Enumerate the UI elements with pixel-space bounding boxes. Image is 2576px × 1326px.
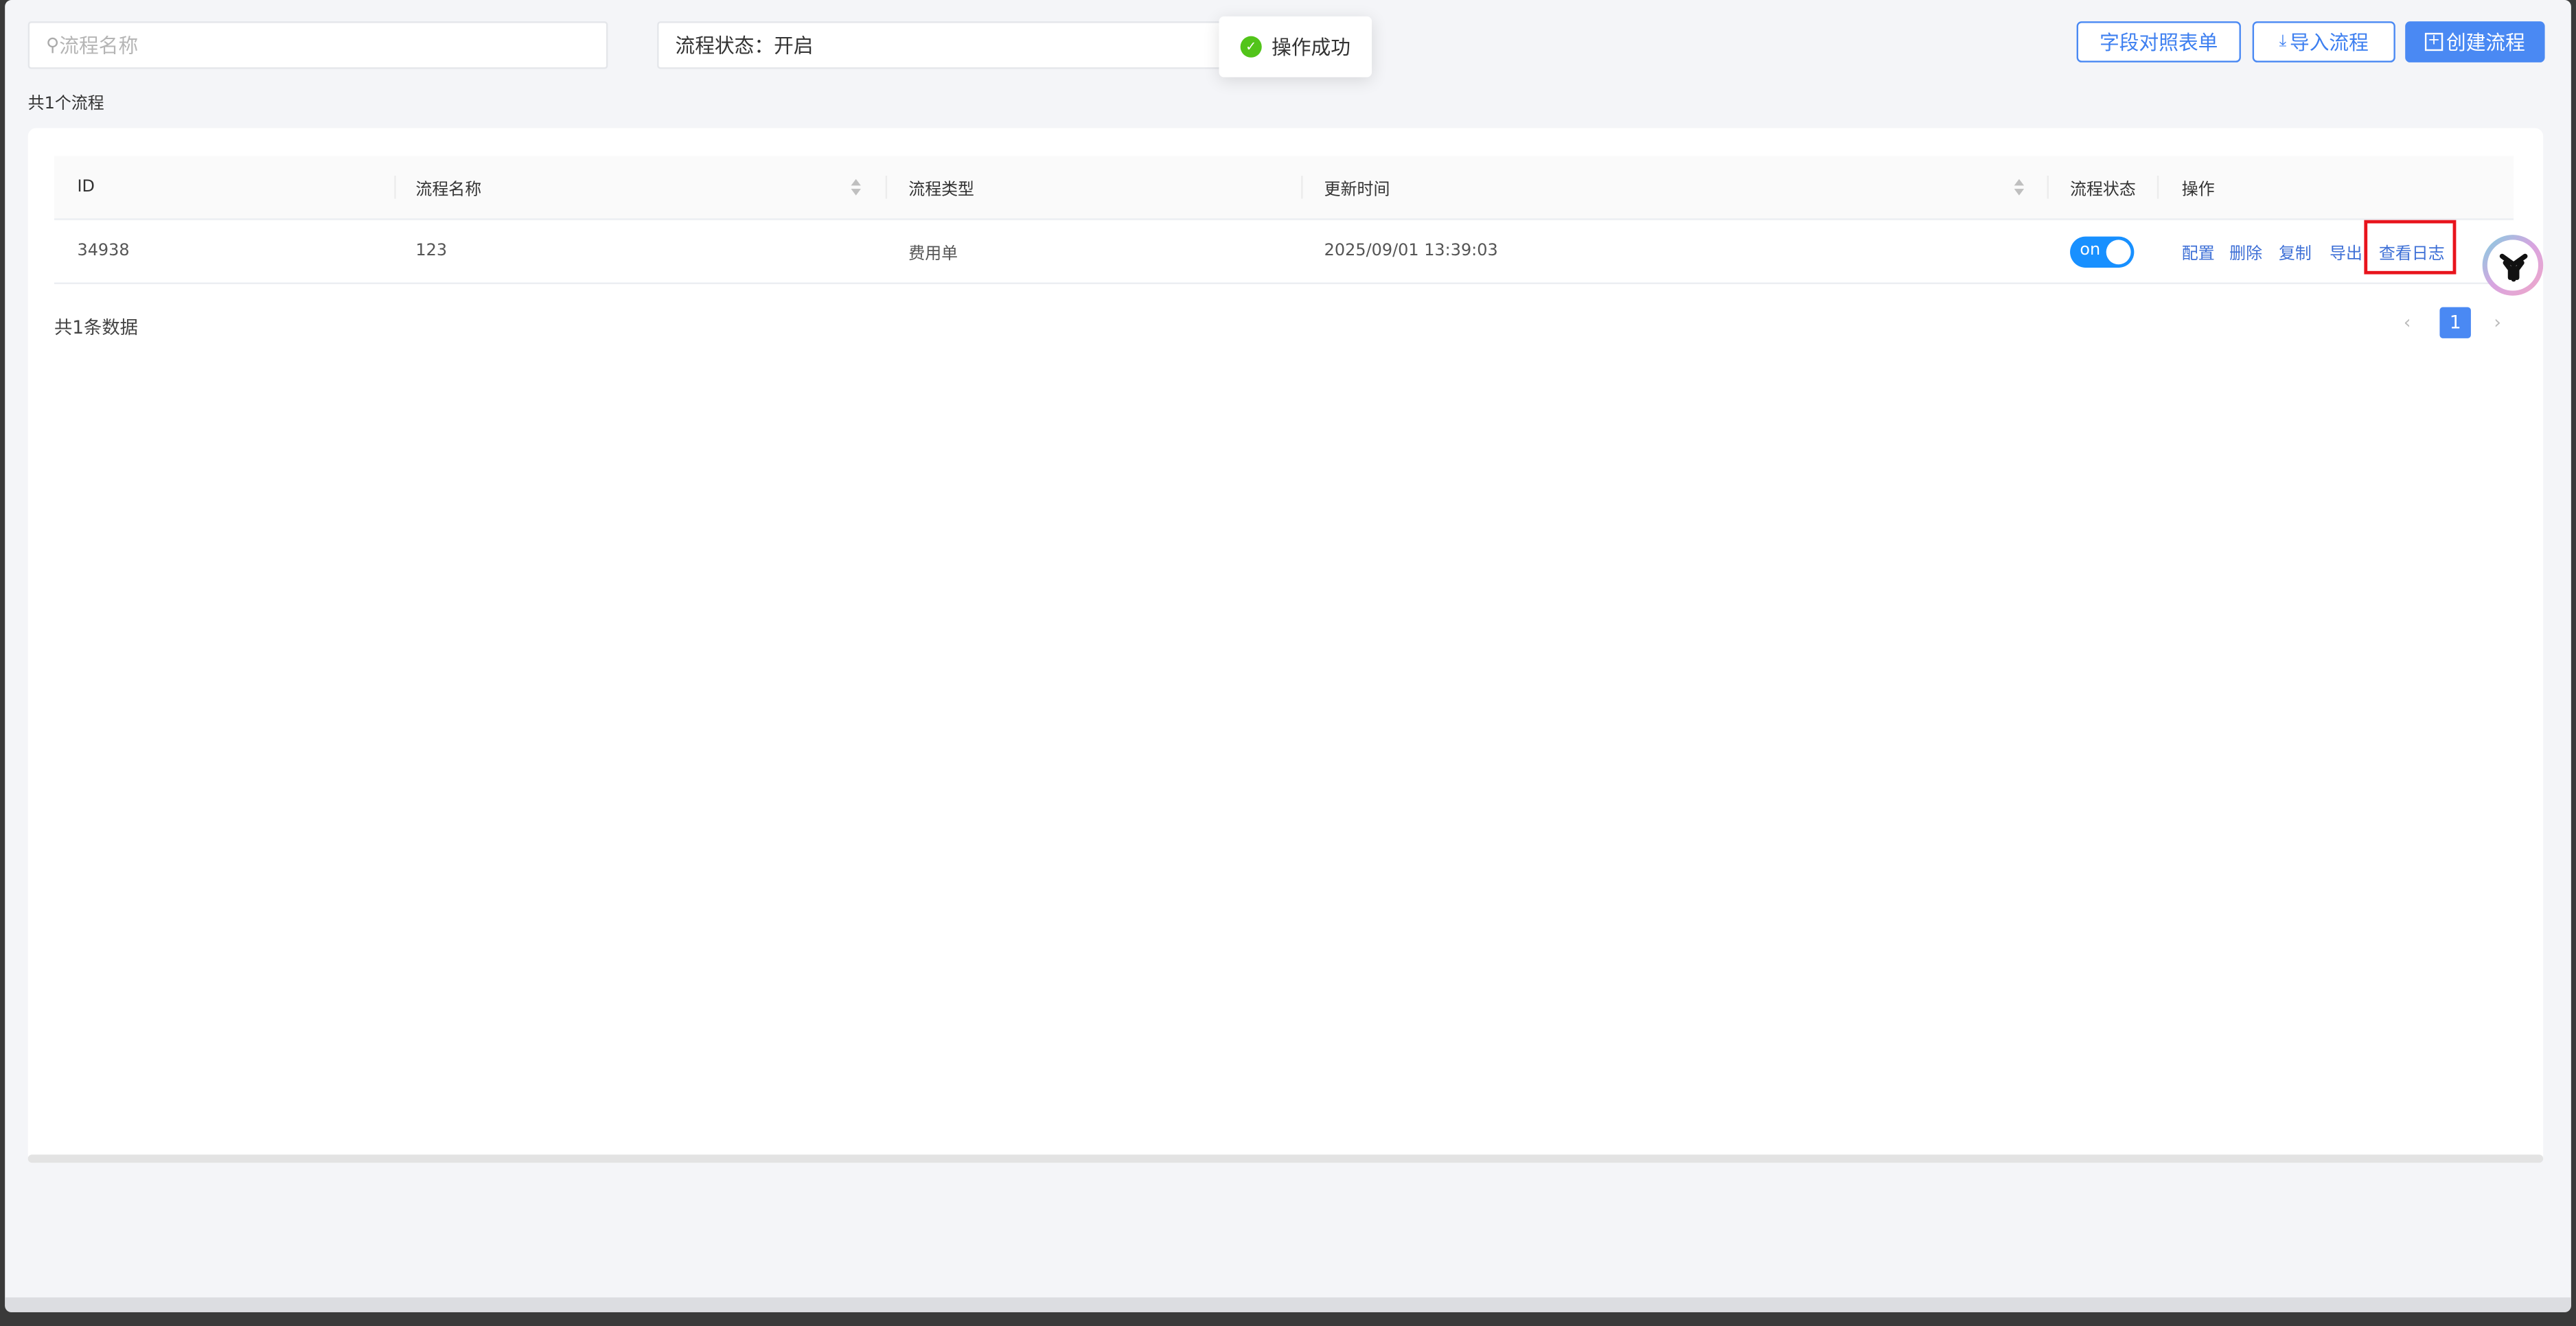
cell-name: 123 — [415, 242, 448, 261]
status-filter-select[interactable]: 流程状态： 开启 — [657, 21, 1226, 69]
sort-icon[interactable] — [849, 177, 862, 197]
window-bottom-bar — [5, 1297, 2571, 1312]
import-flow-button[interactable]: ⤓ 导入流程 — [2252, 21, 2395, 62]
copy-link[interactable]: 复制 — [2279, 239, 2312, 264]
prev-page-button[interactable]: ‹ — [2404, 312, 2411, 334]
configure-link[interactable]: 配置 — [2182, 239, 2215, 264]
status-filter-value: 开启 — [774, 34, 814, 58]
column-actions: 操作 — [2181, 181, 2215, 200]
plus-square-icon: + — [2424, 32, 2443, 51]
toast-message: 操作成功 — [1272, 36, 1351, 60]
column-type: 流程类型 — [908, 181, 974, 200]
search-icon: ⚲ — [46, 34, 60, 56]
search-input[interactable]: ⚲ 流程名称 — [27, 21, 608, 69]
column-updated[interactable]: 更新时间 — [1324, 175, 1390, 199]
horizontal-scrollbar[interactable] — [27, 1154, 2544, 1163]
sort-icon[interactable] — [2012, 177, 2025, 197]
next-page-button[interactable]: › — [2494, 312, 2501, 334]
total-records: 共1条数据 — [54, 316, 139, 338]
table-row: 34938 123 费用单 2025/09/01 13:39:03 on 配置 … — [54, 220, 2514, 284]
column-name[interactable]: 流程名称 — [415, 175, 481, 199]
export-link[interactable]: 导出 — [2330, 239, 2362, 264]
delete-link[interactable]: 删除 — [2229, 239, 2262, 264]
status-toggle[interactable]: on — [2070, 236, 2135, 268]
create-flow-button[interactable]: + 创建流程 — [2405, 21, 2545, 62]
highlight-box — [2364, 220, 2457, 275]
table-header: ID 流程名称 流程类型 更新时间 流程状态 操作 — [54, 156, 2514, 220]
success-toast: ✓ 操作成功 — [1219, 16, 1372, 78]
assistant-floating-button[interactable] — [2482, 235, 2544, 296]
flow-table-card: ID 流程名称 流程类型 更新时间 流程状态 操作 34938 123 费用单 … — [27, 128, 2544, 1163]
page-1-button[interactable]: 1 — [2439, 307, 2471, 338]
field-mapping-label: 字段对照表单 — [2100, 31, 2218, 54]
column-id: ID — [77, 178, 95, 196]
assistant-logo-icon — [2487, 240, 2539, 291]
column-status: 流程状态 — [2070, 181, 2136, 200]
toggle-label: on — [2080, 241, 2101, 260]
cell-id: 34938 — [77, 242, 130, 261]
status-filter-label: 流程状态： — [675, 34, 774, 58]
cell-updated: 2025/09/01 13:39:03 — [1324, 242, 1498, 261]
search-placeholder: 流程名称 — [59, 34, 139, 58]
create-flow-label: 创建流程 — [2446, 31, 2525, 54]
check-circle-icon: ✓ — [1240, 36, 1262, 58]
flow-count: 共1个流程 — [27, 95, 104, 114]
cell-type: 费用单 — [908, 245, 958, 264]
field-mapping-button[interactable]: 字段对照表单 — [2076, 21, 2241, 62]
import-flow-label: 导入流程 — [2289, 31, 2369, 54]
app-window: ⚲ 流程名称 流程状态： 开启 ✓ 操作成功 字段对照表单 ⤓ 导入流程 + 创… — [5, 0, 2571, 1312]
download-icon: ⤓ — [2279, 32, 2287, 51]
